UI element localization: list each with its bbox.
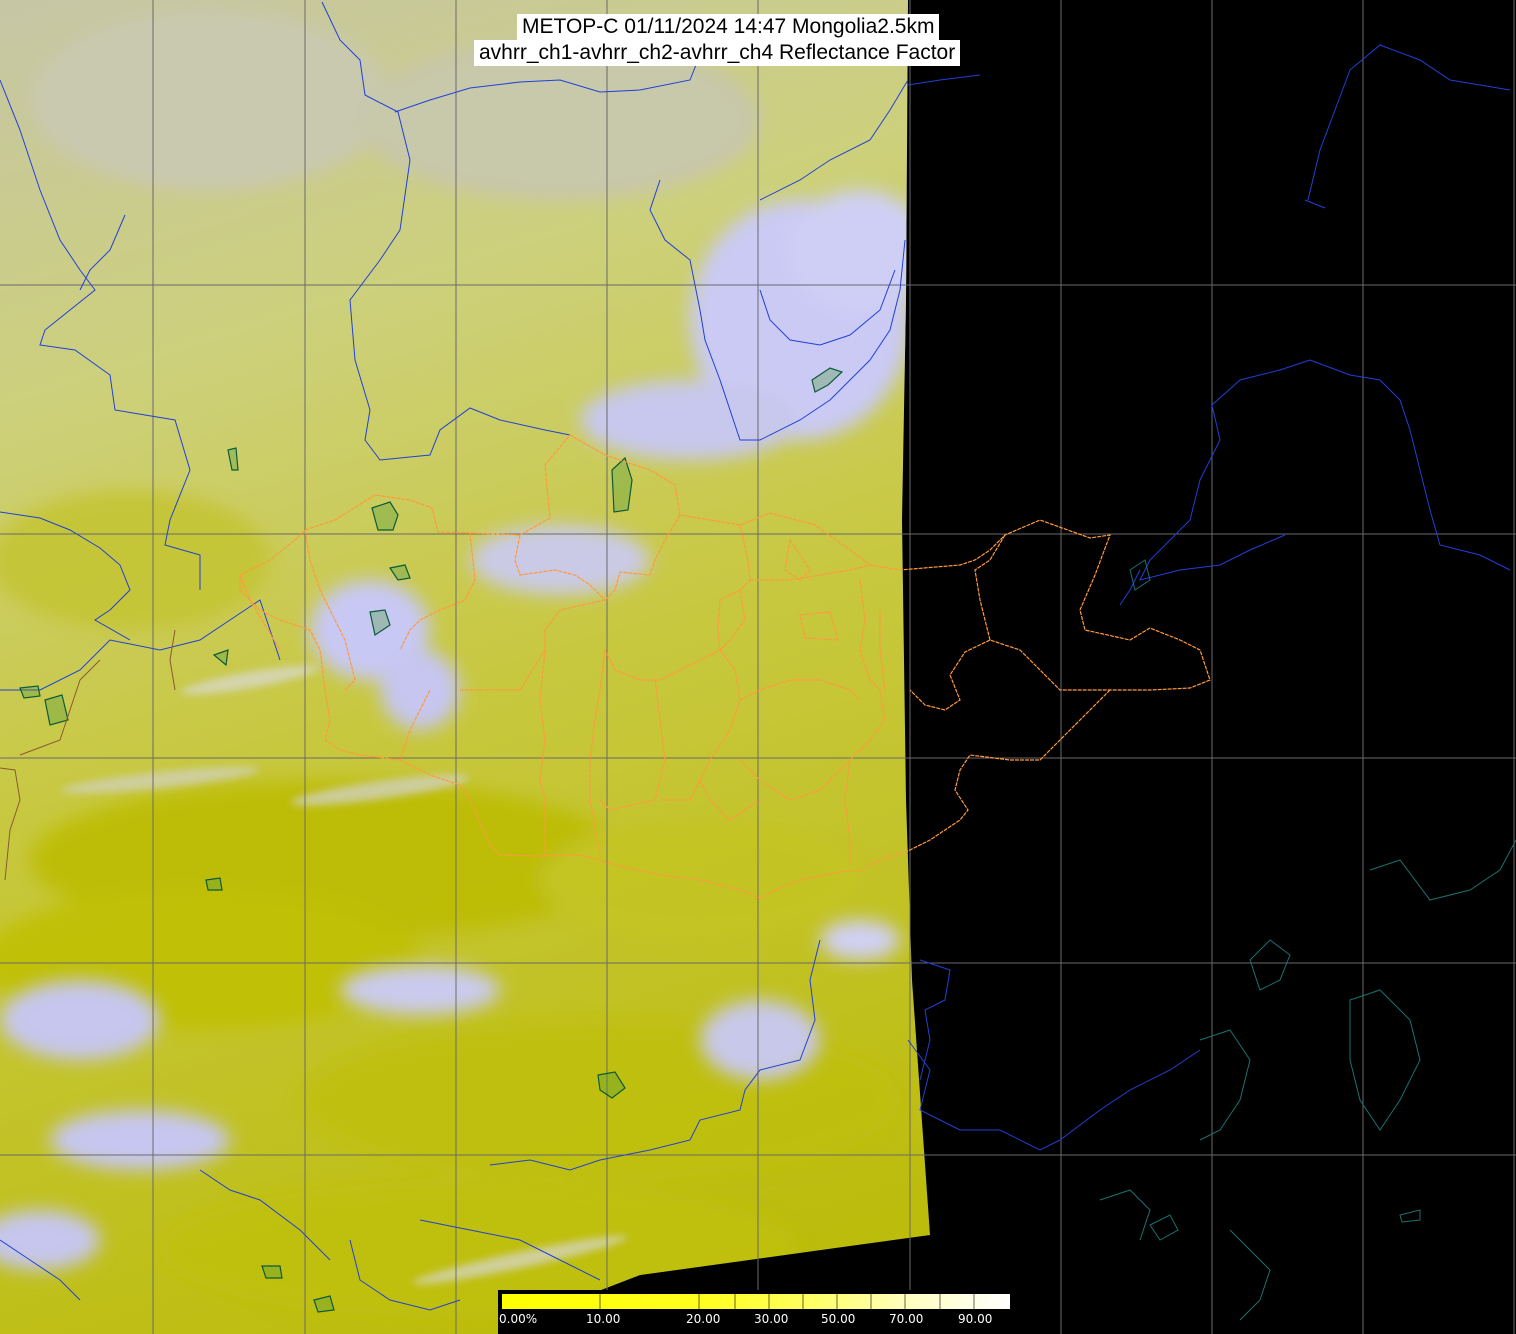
colorbar-label-10: 10.00 [586, 1312, 621, 1326]
colorbar-label-30: 30.00 [754, 1312, 789, 1326]
satellite-map [0, 0, 1516, 1334]
colorbar-label-0: 0.00% [499, 1312, 538, 1326]
map-title-line-2: avhrr_ch1-avhrr_ch2-avhrr_ch4 Reflectanc… [474, 40, 961, 66]
map-title-line-1: METOP-C 01/11/2024 14:47 Mongolia2.5km [517, 14, 940, 40]
colorbar-label-20: 20.00 [686, 1312, 721, 1326]
colorbar-label-50: 50.00 [821, 1312, 856, 1326]
colorbar-label-70: 70.00 [889, 1312, 924, 1326]
colorbar-gradient [502, 1294, 1010, 1309]
colorbar-label-90: 90.00 [958, 1312, 993, 1326]
